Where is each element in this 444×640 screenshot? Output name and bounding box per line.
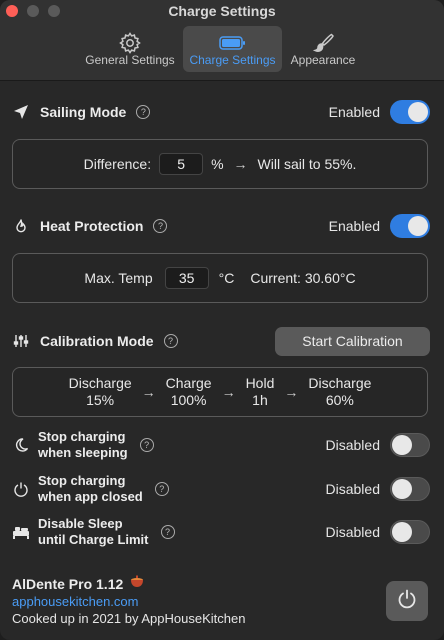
stop-charging-app-closed-toggle[interactable]: [390, 477, 430, 501]
pot-icon: [129, 575, 145, 592]
website-link[interactable]: apphousekitchen.com: [12, 594, 138, 609]
current-temp: Current: 30.60°C: [250, 270, 356, 286]
arrow-right-icon: →: [233, 156, 248, 172]
heat-status: Enabled: [328, 218, 380, 234]
stop-charging-sleeping-toggle[interactable]: [390, 433, 430, 457]
max-temp-input[interactable]: [164, 267, 209, 289]
step-name: Charge: [165, 375, 212, 391]
heat-settings-box: Max. Temp °C Current: 30.60°C: [12, 253, 428, 303]
stop-charging-sleeping-row: Stop charging when sleeping ? Disabled: [12, 426, 430, 464]
titlebar: Charge Settings General Settings Charge …: [0, 0, 444, 81]
sail-result: Will sail to 55%.: [257, 156, 357, 172]
tab-label: General Settings: [85, 53, 175, 67]
tab-appearance[interactable]: Appearance: [287, 26, 359, 72]
start-calibration-button[interactable]: Start Calibration: [275, 326, 430, 356]
moon-icon: [12, 436, 30, 454]
help-icon[interactable]: ?: [154, 482, 169, 496]
calibration-steps-box: Discharge 15% → Charge 100% → Hold 1h → …: [12, 367, 428, 417]
calibration-step: Discharge 15%: [69, 375, 132, 409]
calibration-step: Charge 100%: [166, 375, 212, 409]
flame-icon: [12, 217, 30, 235]
sailing-settings-box: Difference: % → Will sail to 55%.: [12, 139, 428, 189]
temp-unit: °C: [218, 270, 235, 286]
toggle-knob: [392, 479, 412, 499]
sailing-mode-header: Sailing Mode ? Enabled: [12, 99, 430, 125]
arrow-right-icon: →: [284, 384, 299, 400]
power-icon: [396, 588, 418, 615]
toggle-knob: [392, 435, 412, 455]
max-temp-label: Max. Temp: [84, 270, 153, 286]
step-value: 15%: [86, 392, 115, 408]
heat-protection-toggle[interactable]: [390, 214, 430, 238]
calibration-mode-title: Calibration Mode: [40, 333, 154, 349]
tab-label: Charge Settings: [189, 53, 276, 67]
step-name: Discharge: [68, 375, 132, 391]
app-name: AlDente Pro 1.12: [12, 575, 145, 592]
credit-text: Cooked up in 2021 by AppHouseKitchen: [12, 611, 246, 626]
heat-protection-header: Heat Protection ? Enabled: [12, 213, 430, 239]
option-label: Stop charging when app closed: [38, 473, 143, 504]
bed-icon: [12, 523, 30, 541]
app-version: AlDente Pro 1.12: [12, 575, 124, 592]
tab-general-settings[interactable]: General Settings: [82, 26, 178, 72]
help-icon[interactable]: ?: [136, 105, 151, 119]
tab-label: Appearance: [290, 53, 356, 67]
option-label: Stop charging when sleeping: [38, 429, 128, 460]
toggle-knob: [392, 522, 412, 542]
window-title: Charge Settings: [168, 3, 276, 19]
calibration-mode-header: Calibration Mode ? Start Calibration: [12, 326, 430, 356]
toggle-knob: [408, 216, 428, 236]
disable-sleep-toggle[interactable]: [390, 520, 430, 544]
option-label: Disable Sleep until Charge Limit: [38, 516, 149, 547]
option-status: Disabled: [325, 524, 380, 540]
help-icon[interactable]: ?: [160, 525, 175, 539]
step-value: 60%: [325, 392, 354, 408]
difference-label: Difference:: [83, 156, 152, 172]
quit-power-button[interactable]: [386, 581, 428, 621]
help-icon[interactable]: ?: [163, 334, 178, 348]
step-name: Hold: [245, 375, 275, 391]
help-icon[interactable]: ?: [153, 219, 168, 233]
option-status: Disabled: [325, 437, 380, 453]
help-icon[interactable]: ?: [139, 438, 154, 452]
calibration-step: Discharge 60%: [308, 375, 371, 409]
arrow-right-icon: →: [141, 384, 156, 400]
sailing-mode-toggle[interactable]: [390, 100, 430, 124]
paper-plane-icon: [12, 103, 30, 121]
heat-protection-title: Heat Protection: [40, 218, 144, 234]
arrow-right-icon: →: [221, 384, 236, 400]
difference-unit: %: [211, 156, 224, 172]
sailing-mode-title: Sailing Mode: [40, 104, 127, 120]
toggle-knob: [408, 102, 428, 122]
tab-charge-settings[interactable]: Charge Settings: [183, 26, 282, 72]
stop-charging-app-closed-row: Stop charging when app closed ? Disabled: [12, 470, 430, 508]
disable-sleep-row: Disable Sleep until Charge Limit ? Disabl…: [12, 513, 430, 551]
power-icon: [12, 480, 30, 498]
settings-window: Charge Settings General Settings Charge …: [0, 0, 444, 640]
option-status: Disabled: [325, 481, 380, 497]
step-name: Discharge: [308, 375, 372, 391]
sliders-icon: [12, 332, 30, 350]
step-value: 100%: [170, 392, 207, 408]
difference-input[interactable]: [159, 153, 204, 175]
step-value: 1h: [252, 392, 268, 408]
sailing-status: Enabled: [328, 104, 380, 120]
calibration-step: Hold 1h: [246, 375, 275, 409]
